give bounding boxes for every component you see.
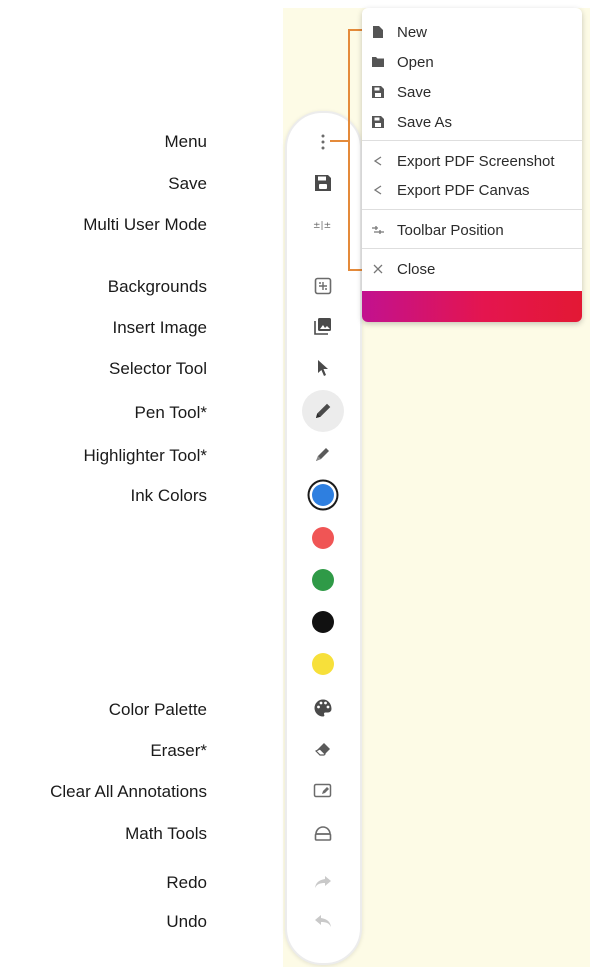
label-highlighter-tool: Highlighter Tool* (83, 446, 207, 465)
label-eraser: Eraser* (150, 741, 207, 760)
menu-bracket (348, 29, 358, 271)
label-save: Save (168, 174, 207, 193)
selector-tool-button[interactable] (303, 350, 343, 386)
clear-annotations-icon (313, 783, 332, 798)
bracket-tick-bottom (348, 269, 362, 271)
bracket-tick-menu (330, 140, 350, 142)
menu-item-export-pdf-canvas[interactable]: Export PDF Canvas (362, 176, 530, 204)
highlighter-tool-button[interactable] (303, 436, 343, 472)
label-backgrounds: Backgrounds (107, 277, 207, 296)
pen-tool-button[interactable] (302, 390, 344, 432)
eraser-button[interactable] (303, 731, 343, 767)
label-menu: Menu (164, 132, 207, 151)
bracket-tick-top (348, 29, 362, 31)
share-icon (372, 155, 384, 167)
menu-item-label: Export PDF Canvas (397, 181, 530, 199)
label-color-palette: Color Palette (108, 700, 207, 719)
clear-all-annotations-button[interactable] (303, 773, 343, 809)
kebab-menu-icon (321, 134, 325, 150)
menu-item-label: Save As (397, 113, 453, 131)
menu-divider (362, 248, 582, 249)
redo-icon (315, 876, 331, 888)
svg-text:±|±: ±|± (313, 221, 331, 231)
label-clear-all-annotations: Clear All Annotations (50, 782, 207, 801)
math-tools-button[interactable] (303, 815, 343, 851)
undo-icon (315, 915, 331, 927)
floppy-icon (372, 116, 384, 128)
image-gallery-icon (314, 318, 331, 335)
menu-item-toolbar-position[interactable]: Toolbar Position (362, 216, 504, 244)
main-menu-dropdown: New Open Save Save As Export PDF Screens… (362, 8, 582, 322)
ink-color-green[interactable] (303, 562, 343, 598)
menu-item-new[interactable]: New (362, 18, 427, 46)
menu-item-label: Toolbar Position (397, 221, 504, 239)
share-icon (372, 184, 384, 196)
label-multi-user-mode: Multi User Mode (83, 215, 207, 234)
color-palette-button[interactable] (303, 690, 343, 726)
pen-icon (316, 403, 331, 418)
redo-button[interactable] (303, 864, 343, 900)
ink-color-blue[interactable] (303, 477, 343, 513)
ink-color-yellow[interactable] (303, 646, 343, 682)
menu-item-export-pdf-screenshot[interactable]: Export PDF Screenshot (362, 147, 555, 175)
label-pen-tool: Pen Tool* (134, 403, 207, 422)
menu-divider (362, 209, 582, 210)
floppy-icon (315, 175, 331, 191)
floppy-icon (372, 86, 384, 98)
menu-item-label: New (397, 23, 428, 41)
menu-item-save-as[interactable]: Save As (362, 108, 452, 136)
folder-icon (372, 56, 384, 68)
menu-button[interactable] (303, 124, 343, 160)
color-swatch (312, 611, 334, 633)
menu-item-close[interactable]: Close (362, 255, 435, 283)
label-redo: Redo (166, 873, 207, 892)
highlighter-icon (316, 448, 329, 461)
multi-user-mode-button[interactable]: ±|± (303, 206, 343, 242)
toolbar-position-icon (372, 224, 384, 236)
label-ink-colors: Ink Colors (130, 486, 207, 505)
multi-user-icon: ±|± (313, 221, 331, 231)
menu-item-label: Open (397, 53, 434, 71)
insert-image-button[interactable] (303, 308, 343, 344)
backgrounds-icon (314, 277, 332, 295)
menu-color-bar (362, 291, 582, 322)
menu-item-save[interactable]: Save (362, 78, 431, 106)
ink-color-black[interactable] (303, 604, 343, 640)
close-icon (372, 263, 384, 275)
cursor-arrow-icon (318, 360, 328, 376)
eraser-icon (314, 743, 330, 756)
label-selector-tool: Selector Tool (109, 359, 207, 378)
color-swatch (312, 569, 334, 591)
backgrounds-button[interactable] (303, 268, 343, 304)
label-math-tools: Math Tools (125, 824, 207, 843)
color-swatch (312, 527, 334, 549)
menu-divider (362, 140, 582, 141)
menu-item-open[interactable]: Open (362, 48, 434, 76)
label-undo: Undo (166, 912, 207, 931)
save-button[interactable] (303, 165, 343, 201)
color-swatch (312, 484, 334, 506)
label-insert-image: Insert Image (112, 318, 208, 337)
undo-button[interactable] (303, 903, 343, 939)
menu-item-label: Save (397, 83, 432, 101)
color-swatch (312, 653, 334, 675)
file-icon (372, 26, 384, 38)
math-tools-icon (314, 826, 332, 841)
ink-color-red[interactable] (303, 520, 343, 556)
menu-item-label: Export PDF Screenshot (397, 152, 555, 170)
palette-icon (314, 699, 332, 717)
menu-item-label: Close (397, 260, 436, 278)
